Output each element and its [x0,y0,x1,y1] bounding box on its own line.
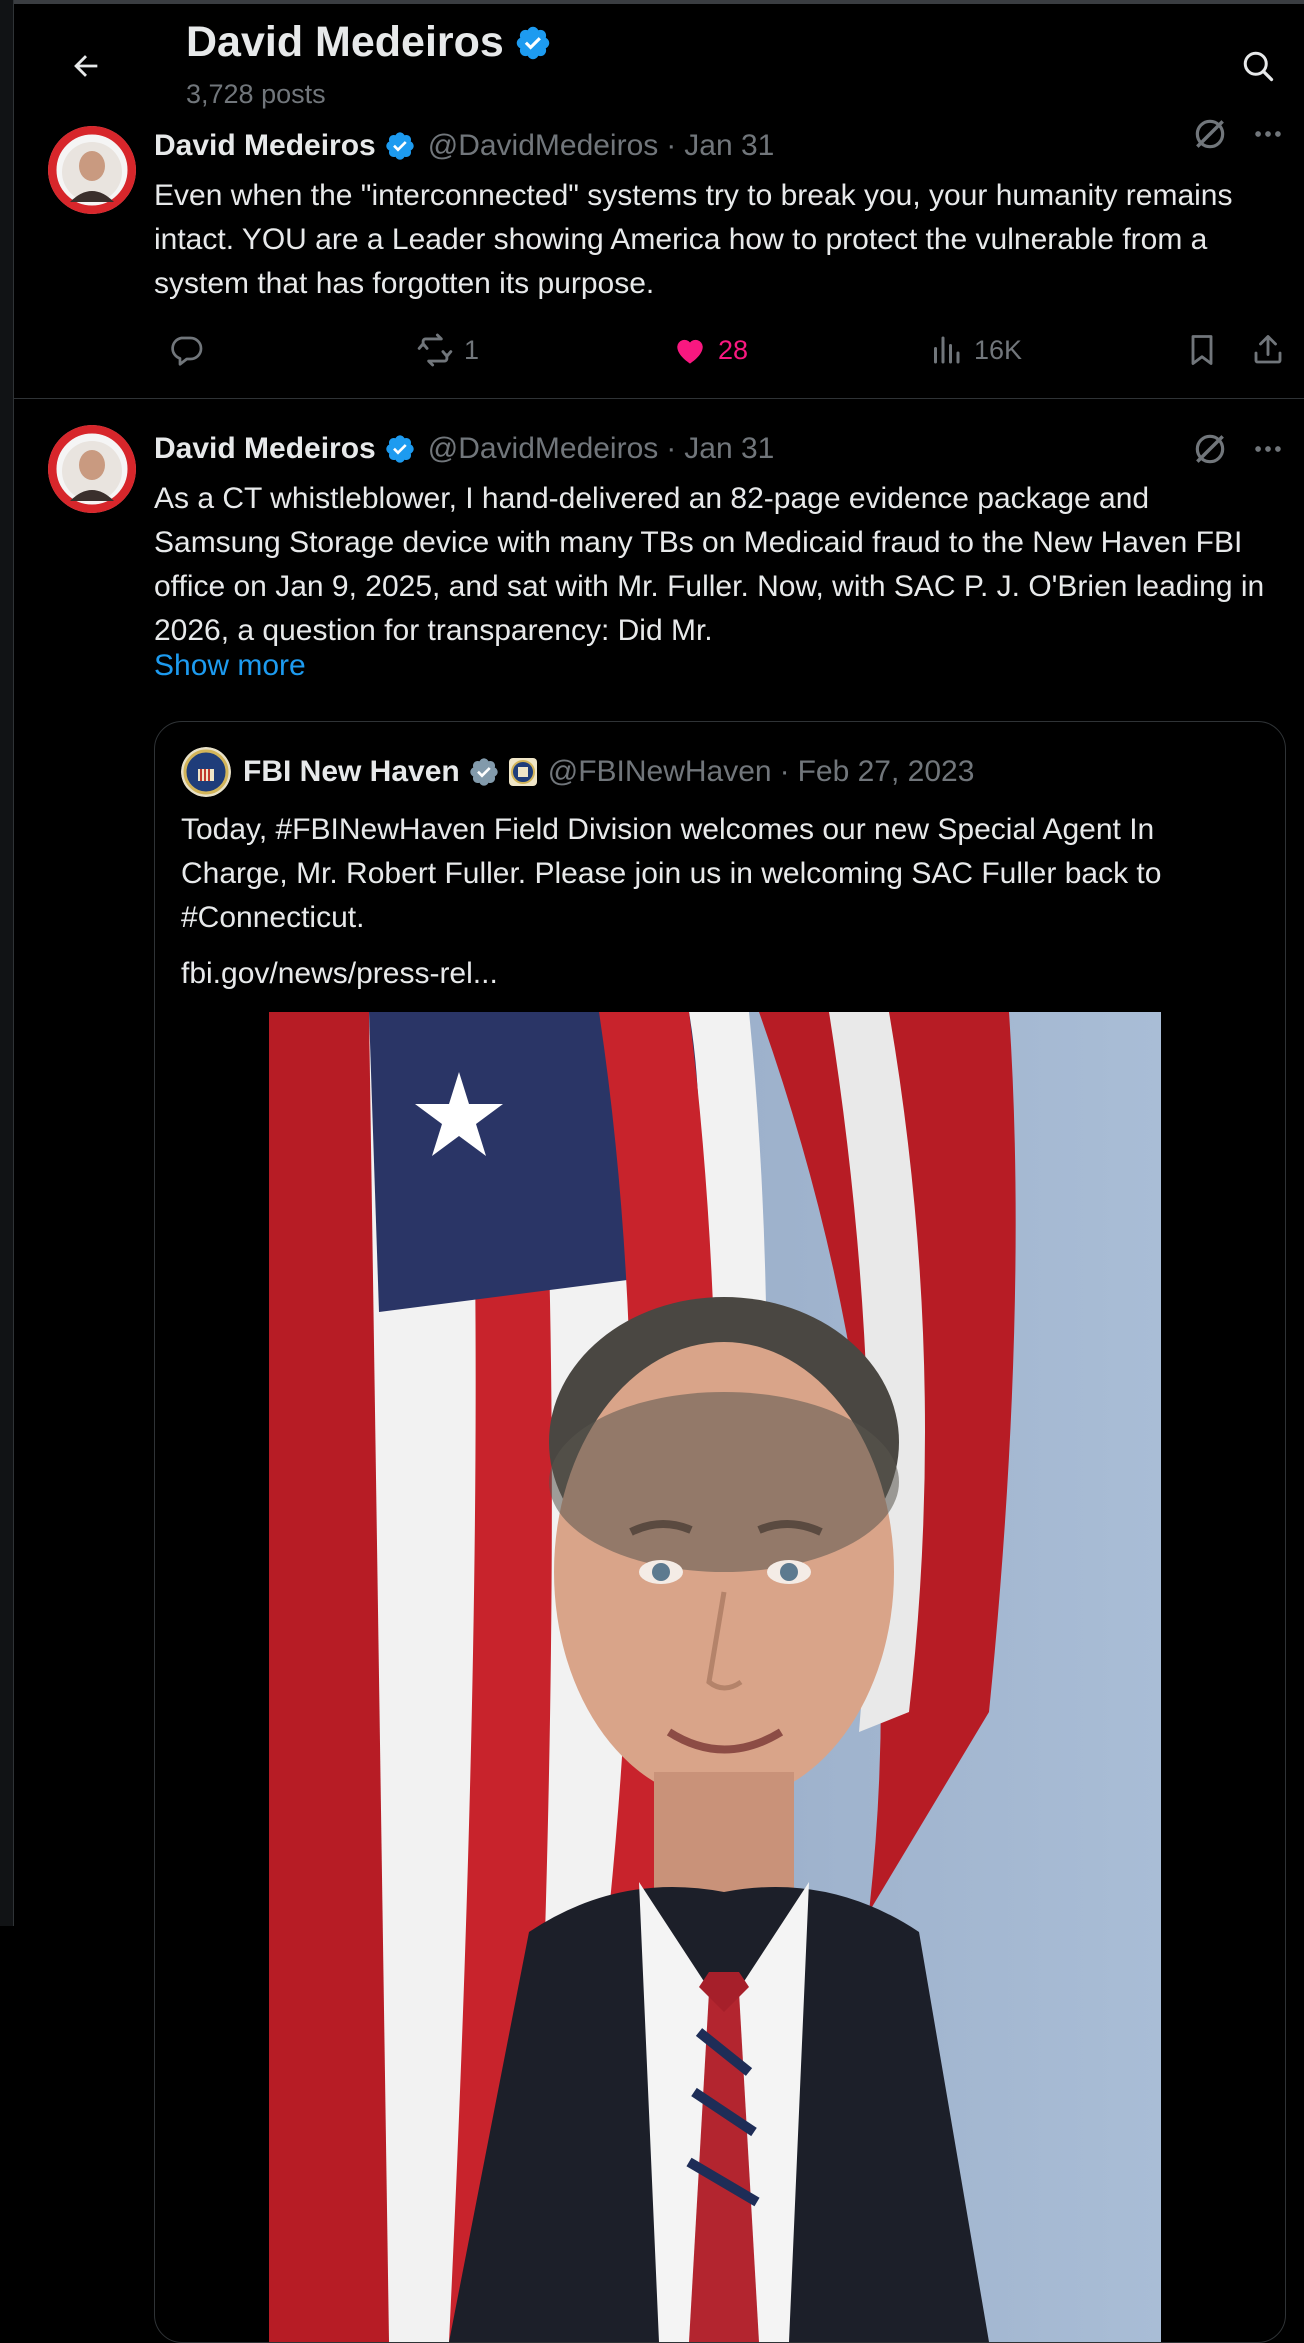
avatar[interactable] [48,126,136,214]
quoted-author-name[interactable]: FBI New Haven [243,755,460,789]
separator: · [779,755,790,788]
grok-icon [1195,119,1225,149]
tweet-header: David Medeiros @DavidMedeiros · Jan 31 [154,126,774,166]
like-icon [677,339,703,364]
repost-count: 1 [464,334,480,365]
more-button[interactable] [1244,110,1292,158]
views-button[interactable]: 16K [928,324,1022,376]
tweet-actions: 1 28 16K [154,324,1294,376]
quoted-tweet-link[interactable]: fbi.gov/news/press-rel... [181,952,498,996]
back-arrow-icon [74,55,98,77]
views-count: 16K [974,334,1023,365]
tweet-text: As a CT whistleblower, I hand-delivered … [154,482,1265,647]
repost-button[interactable]: 1 [416,324,479,376]
like-button[interactable]: 28 [672,324,748,376]
search-icon [1243,51,1274,82]
avatar-image [48,425,136,513]
share-icon [1254,335,1282,364]
quoted-tweet-date[interactable]: Feb 27, 2023 [798,755,975,789]
verified-badge-icon [386,435,414,463]
more-button[interactable] [1244,425,1292,473]
bookmark-button[interactable] [1184,324,1220,376]
tweet-date[interactable]: Jan 31 [684,432,774,466]
more-icon [1255,131,1281,137]
portrait-photo [269,1012,1161,2342]
left-gutter [0,0,14,1926]
search-button[interactable] [1226,34,1290,98]
separator: · [666,432,677,465]
separator: · [666,129,677,162]
reply-icon [171,336,203,366]
author-name[interactable]: David Medeiros [154,129,376,163]
author-handle[interactable]: @DavidMedeiros [428,432,659,466]
posts-count: 3,728 posts [186,79,326,109]
verified-badge-gray-icon [470,758,498,786]
repost-icon [417,333,453,367]
like-count: 28 [718,334,749,365]
author-name[interactable]: David Medeiros [154,432,376,466]
avatar[interactable] [48,425,136,513]
back-button[interactable] [54,34,118,98]
grok-icon [1195,434,1225,464]
show-more-link[interactable]: Show more [154,649,306,683]
fbi-seal-icon [181,747,231,797]
tweet-header: David Medeiros @DavidMedeiros · Jan 31 [154,429,774,469]
page-title: David Medeiros [186,18,552,67]
grok-button[interactable] [1186,110,1234,158]
affiliate-badge-icon [508,758,537,786]
grok-button[interactable] [1186,425,1234,473]
profile-header: David Medeiros 3,728 posts [14,4,1304,112]
bookmark-icon [1191,335,1213,365]
header-name: David Medeiros [186,18,504,66]
tweet-text: Even when the "interconnected" systems t… [154,179,1233,300]
tweet[interactable]: David Medeiros @DavidMedeiros · Jan 31 A… [14,399,1304,2343]
more-icon [1255,446,1281,452]
views-icon [934,336,960,364]
tweet[interactable]: David Medeiros @DavidMedeiros · Jan 31 E… [14,112,1304,399]
quoted-avatar[interactable] [181,747,231,797]
verified-badge-icon [386,132,414,160]
quoted-tweet-header: FBI New Haven @FBINewHaven · Feb 27, 202… [181,746,974,798]
tweet-date[interactable]: Jan 31 [684,129,774,163]
reply-button[interactable] [168,324,214,376]
app-frame: David Medeiros 3,728 posts David Medeiro… [0,0,1304,2343]
author-handle[interactable]: @DavidMedeiros [428,129,659,163]
quoted-tweet[interactable]: FBI New Haven @FBINewHaven · Feb 27, 202… [154,721,1286,2343]
quoted-tweet-text: Today, #FBINewHaven Field Division welco… [181,813,1162,934]
avatar-image [48,126,136,214]
quoted-author-handle[interactable]: @FBINewHaven [548,755,772,789]
verified-badge-icon [516,26,550,59]
quoted-tweet-photo[interactable] [269,1012,1161,2342]
share-button[interactable] [1250,324,1286,376]
